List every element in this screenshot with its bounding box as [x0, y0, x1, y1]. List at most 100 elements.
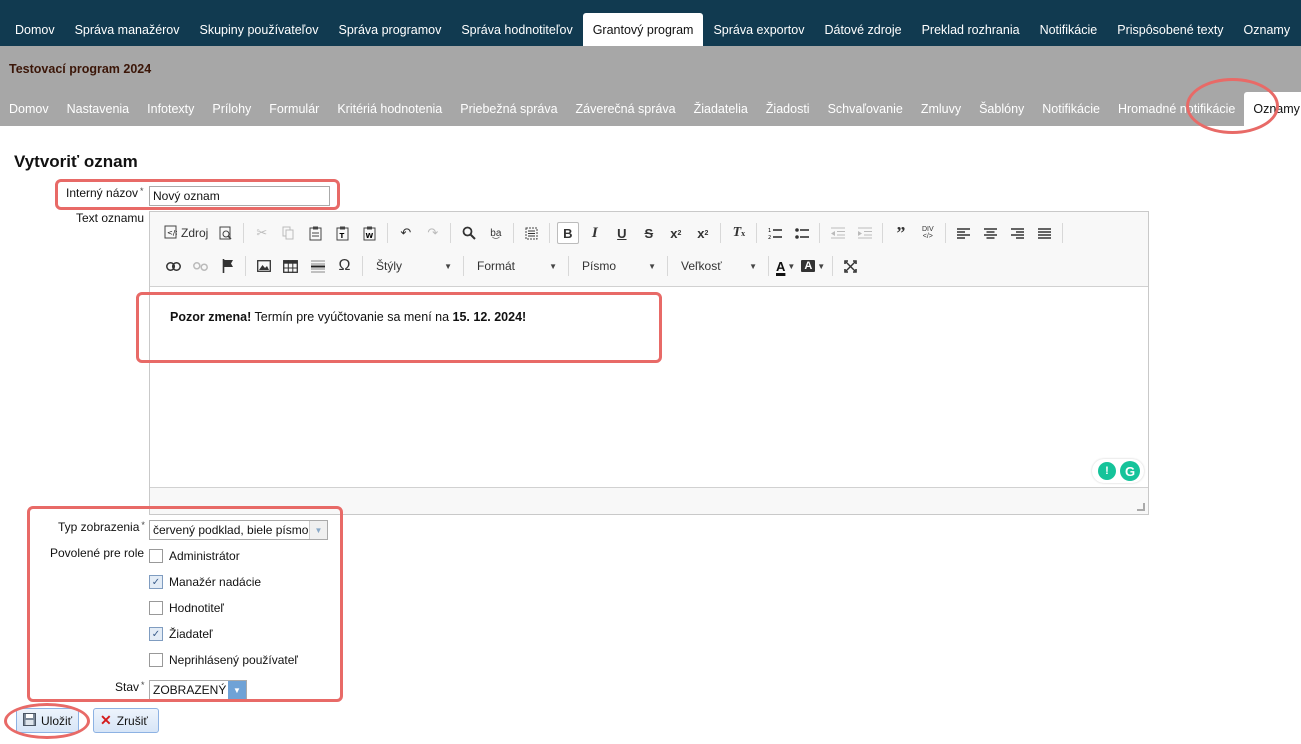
program-tab[interactable]: Nastavenia — [58, 92, 139, 126]
special-character-icon[interactable]: Ω — [334, 255, 356, 277]
unlink-icon[interactable] — [190, 255, 212, 277]
toolbar-separator — [832, 256, 834, 276]
div-container-icon[interactable]: DIV </> — [917, 222, 939, 244]
font-dropdown[interactable]: Písmo ▼ — [576, 255, 660, 277]
styles-dropdown[interactable]: Štýly ▼ — [370, 255, 456, 277]
topnav-tab[interactable]: Grantový program — [582, 13, 704, 46]
replace-icon[interactable]: b͜a — [485, 222, 507, 244]
status-select[interactable]: ZOBRAZENÝ ▼ — [149, 680, 247, 700]
program-tab[interactable]: Oznamy — [1244, 92, 1301, 126]
topnav-tab[interactable]: Domov — [5, 13, 65, 46]
copy-icon[interactable] — [278, 222, 300, 244]
remove-format-icon[interactable]: Tx — [728, 222, 750, 244]
bold-icon[interactable]: B — [556, 222, 579, 244]
program-tab[interactable]: Šablóny — [970, 92, 1033, 126]
role-checkbox[interactable] — [149, 601, 163, 615]
program-tab[interactable]: Priebežná správa — [451, 92, 566, 126]
image-icon[interactable] — [253, 255, 275, 277]
align-right-icon[interactable] — [1007, 222, 1029, 244]
source-button[interactable]: </> Zdroj — [164, 225, 208, 242]
maximize-icon[interactable] — [840, 255, 862, 277]
role-checkbox[interactable]: ✓ — [149, 627, 163, 641]
role-checkbox-row[interactable]: ✓ Manažér nadácie — [149, 575, 261, 589]
table-icon[interactable] — [280, 255, 302, 277]
role-checkbox-row[interactable]: Hodnotiteľ — [149, 601, 224, 615]
save-button[interactable]: Uložiť — [16, 708, 79, 733]
resize-handle-icon[interactable] — [1137, 503, 1145, 511]
program-bar: Testovací program 2024 Domov Nastavenia In… — [0, 46, 1301, 126]
program-tab[interactable]: Kritériá hodnotenia — [328, 92, 451, 126]
topnav-tab[interactable]: Prispôsobené texty — [1107, 13, 1233, 46]
program-tab[interactable]: Prílohy — [203, 92, 260, 126]
program-tab[interactable]: Domov — [0, 92, 58, 126]
cut-icon[interactable]: ✂ — [251, 222, 273, 244]
role-checkbox-row[interactable]: Administrátor — [149, 549, 240, 563]
outdent-icon[interactable] — [827, 222, 849, 244]
paste-icon[interactable] — [305, 222, 327, 244]
align-left-icon[interactable] — [953, 222, 975, 244]
topnav-tab[interactable]: Skupiny používateľov — [190, 13, 329, 46]
topnav-tab[interactable]: Oznamy — [1234, 13, 1301, 46]
toolbar-separator — [245, 256, 246, 276]
display-type-select[interactable]: červený podklad, biele písmo ▼ — [149, 520, 328, 540]
blockquote-icon[interactable]: ” — [890, 222, 912, 244]
program-tab[interactable]: Zmluvy — [912, 92, 970, 126]
align-justify-icon[interactable] — [1034, 222, 1056, 244]
find-icon[interactable] — [458, 222, 480, 244]
link-icon[interactable] — [163, 255, 185, 277]
topnav-tab[interactable]: Správa hodnotiteľov — [451, 13, 582, 46]
program-tab[interactable]: Formulár — [260, 92, 328, 126]
redo-icon[interactable]: ↷ — [422, 222, 444, 244]
strikethrough-icon[interactable]: S — [638, 222, 660, 244]
select-all-icon[interactable] — [521, 222, 543, 244]
undo-icon[interactable]: ↶ — [395, 222, 417, 244]
align-center-icon[interactable] — [980, 222, 1002, 244]
horizontal-line-icon[interactable] — [307, 255, 329, 277]
bulleted-list-icon[interactable] — [791, 222, 813, 244]
chevron-down-icon: ▼ — [549, 261, 557, 271]
anchor-flag-icon[interactable] — [217, 255, 239, 277]
internal-name-label: Interný názov * — [66, 186, 144, 200]
indent-icon[interactable] — [854, 222, 876, 244]
superscript-icon[interactable]: x2 — [692, 222, 714, 244]
underline-icon[interactable]: U — [611, 222, 633, 244]
cancel-button[interactable]: ✕ Zrušiť — [93, 708, 159, 733]
format-dropdown[interactable]: Formát ▼ — [471, 255, 561, 277]
toolbar-separator — [756, 223, 758, 243]
grammarly-widget[interactable]: ! G — [1092, 459, 1144, 483]
chevron-down-icon: ▼ — [444, 261, 452, 271]
paste-word-icon[interactable]: W — [359, 222, 381, 244]
italic-icon[interactable]: I — [584, 222, 606, 244]
program-tab[interactable]: Infotexty — [138, 92, 203, 126]
role-checkbox-row[interactable]: Neprihlásený používateľ — [149, 653, 298, 667]
paste-text-icon[interactable]: T — [332, 222, 354, 244]
announcement-text: Pozor zmena! Termín pre vyúčtovanie sa m… — [170, 310, 527, 324]
program-tab[interactable]: Notifikácie — [1033, 92, 1109, 126]
topnav-tab[interactable]: Dátové zdroje — [814, 13, 911, 46]
preview-icon[interactable] — [215, 222, 237, 244]
lightbulb-icon: ! — [1098, 462, 1116, 480]
internal-name-input[interactable] — [149, 186, 330, 206]
topnav-tab[interactable]: Notifikácie — [1030, 13, 1108, 46]
numbered-list-icon[interactable]: 12 — [764, 222, 786, 244]
role-checkbox[interactable]: ✓ — [149, 575, 163, 589]
topnav-tab[interactable]: Správa programov — [329, 13, 452, 46]
program-tab[interactable]: Žiadosti — [757, 92, 819, 126]
toolbar-separator — [882, 223, 884, 243]
program-tab[interactable]: Schvaľovanie — [819, 92, 912, 126]
text-color-button[interactable]: A ▼ — [776, 259, 795, 274]
program-tab[interactable]: Záverečná správa — [567, 92, 685, 126]
role-checkbox-row[interactable]: ✓ Žiadateľ — [149, 627, 213, 641]
topnav-tab[interactable]: Správa manažérov — [65, 13, 190, 46]
topnav-tab[interactable]: Správa exportov — [703, 13, 814, 46]
editor-content-area[interactable]: Pozor zmena! Termín pre vyúčtovanie sa m… — [150, 287, 1148, 487]
program-tab[interactable]: Žiadatelia — [685, 92, 757, 126]
role-checkbox[interactable] — [149, 549, 163, 563]
program-tab[interactable]: Hromadné notifikácie — [1109, 92, 1244, 126]
subscript-icon[interactable]: x2 — [665, 222, 687, 244]
size-dropdown[interactable]: Veľkosť ▼ — [675, 255, 761, 277]
topnav-tab[interactable]: Preklad rozhrania — [912, 13, 1030, 46]
toolbar-separator — [667, 256, 668, 276]
role-checkbox[interactable] — [149, 653, 163, 667]
background-color-button[interactable]: A ▼ — [801, 260, 825, 272]
